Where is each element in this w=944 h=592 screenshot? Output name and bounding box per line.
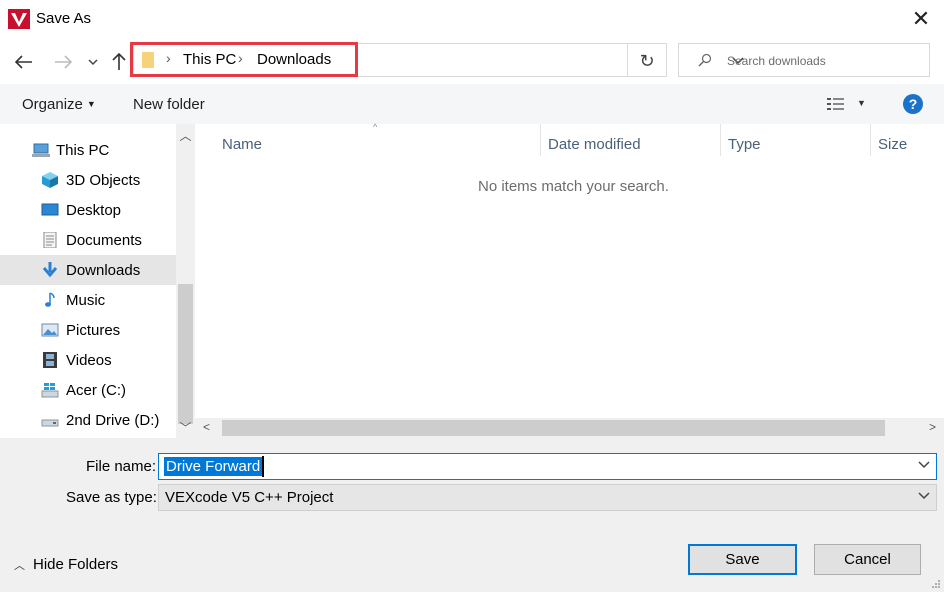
close-button[interactable]: ✕ bbox=[898, 0, 944, 38]
column-header-type[interactable]: Type bbox=[728, 130, 761, 158]
windows-drive-icon bbox=[41, 383, 59, 398]
sort-indicator-icon: ^ bbox=[373, 122, 378, 132]
cube-3d-icon bbox=[42, 172, 58, 188]
arrow-left-icon bbox=[15, 55, 32, 69]
address-divider bbox=[627, 43, 628, 77]
music-note-icon bbox=[45, 292, 55, 307]
sidebar-item-label: Pictures bbox=[66, 321, 121, 339]
save-as-type-value: VEXcode V5 C++ Project bbox=[165, 489, 334, 506]
command-toolbar: Organize ▼ New folder bbox=[0, 84, 944, 124]
column-header-size[interactable]: Size bbox=[878, 130, 907, 158]
chevron-up-icon: ︿ bbox=[14, 559, 25, 572]
picture-icon bbox=[41, 323, 59, 337]
film-icon bbox=[43, 352, 57, 368]
sidebar-item-downloads[interactable]: Downloads bbox=[0, 255, 176, 285]
search-icon bbox=[698, 53, 712, 67]
sidebar-item-label: Videos bbox=[66, 351, 112, 369]
forward-button[interactable] bbox=[51, 50, 75, 74]
document-icon bbox=[43, 232, 57, 248]
caret-down-icon: ▼ bbox=[86, 99, 96, 109]
type-dropdown-icon bbox=[918, 491, 930, 503]
file-name-field[interactable]: Drive Forward bbox=[158, 453, 937, 480]
sidebar-scrollbar[interactable]: ︿ ﹀ bbox=[176, 124, 195, 438]
navigation-pane: This PC 3D Objects Desktop Documents Dow… bbox=[0, 124, 176, 438]
sidebar-item-this-pc[interactable]: This PC bbox=[0, 135, 176, 165]
sidebar-item-documents[interactable]: Documents bbox=[0, 225, 176, 255]
column-header-date-modified[interactable]: Date modified bbox=[548, 130, 641, 158]
breadcrumb-separator[interactable]: › bbox=[238, 50, 243, 66]
text-caret bbox=[262, 456, 264, 477]
recent-locations-button[interactable] bbox=[81, 50, 105, 74]
save-form: File name: Drive Forward Save as type: V… bbox=[0, 438, 944, 592]
sidebar-item-videos[interactable]: Videos bbox=[0, 345, 176, 375]
arrow-right-icon bbox=[55, 55, 72, 69]
sidebar-item-label: Music bbox=[66, 291, 106, 309]
file-list: ^ Name Date modified Type Size No items … bbox=[195, 122, 944, 438]
refresh-button[interactable]: ↻ bbox=[634, 48, 660, 74]
scroll-thumb[interactable] bbox=[222, 420, 885, 436]
sidebar-item-desktop[interactable]: Desktop bbox=[0, 195, 176, 225]
window-title: Save As bbox=[36, 10, 92, 27]
computer-icon bbox=[32, 143, 50, 157]
refresh-icon: ↻ bbox=[639, 50, 655, 71]
resize-grip-icon[interactable] bbox=[931, 579, 941, 589]
search-input[interactable] bbox=[727, 51, 917, 71]
sidebar-item-label: Desktop bbox=[66, 201, 122, 219]
sidebar-item-music[interactable]: Music bbox=[0, 285, 176, 315]
hide-folders-button[interactable]: ︿ Hide Folders bbox=[14, 556, 118, 573]
view-caret-icon[interactable]: ▼ bbox=[857, 98, 866, 108]
hide-folders-label: Hide Folders bbox=[33, 556, 119, 573]
sidebar-item-label: Downloads bbox=[66, 261, 141, 279]
file-list-horizontal-scrollbar[interactable]: < > bbox=[195, 418, 944, 438]
close-icon: ✕ bbox=[911, 6, 931, 32]
chevron-down-icon bbox=[88, 58, 98, 65]
organize-button[interactable]: Organize ▼ bbox=[22, 96, 96, 113]
sidebar-item-label: Documents bbox=[66, 231, 142, 249]
sidebar-item-pictures[interactable]: Pictures bbox=[0, 315, 176, 345]
address-bar[interactable]: › This PC › Downloads bbox=[133, 43, 744, 77]
column-divider[interactable] bbox=[720, 124, 721, 156]
sidebar-item-acer-c[interactable]: Acer (C:) bbox=[0, 375, 176, 405]
file-name-label: File name: bbox=[86, 458, 157, 475]
scroll-left-button[interactable]: < bbox=[203, 420, 210, 434]
save-as-type-label: Save as type: bbox=[66, 489, 157, 506]
scroll-down-button[interactable]: ﹀ bbox=[176, 416, 195, 438]
view-options-icon[interactable] bbox=[826, 96, 846, 112]
scroll-up-button[interactable]: ︿ bbox=[176, 124, 195, 146]
save-button[interactable]: Save bbox=[688, 544, 797, 575]
breadcrumb-downloads[interactable]: Downloads bbox=[257, 51, 331, 68]
file-name-value[interactable]: Drive Forward bbox=[164, 457, 263, 476]
empty-message: No items match your search. bbox=[478, 178, 669, 195]
column-header-name[interactable]: Name bbox=[222, 130, 262, 158]
arrow-up-icon bbox=[112, 53, 126, 70]
back-button[interactable] bbox=[12, 50, 36, 74]
sidebar-item-label: This PC bbox=[56, 141, 110, 159]
vexcode-v-icon bbox=[8, 9, 30, 29]
up-button[interactable] bbox=[107, 50, 131, 74]
download-arrow-icon bbox=[42, 262, 58, 278]
sidebar-item-label: 2nd Drive (D:) bbox=[66, 411, 160, 429]
organize-label: Organize bbox=[22, 96, 83, 113]
drive-icon bbox=[41, 419, 59, 427]
search-box[interactable] bbox=[678, 43, 930, 77]
cancel-button[interactable]: Cancel bbox=[814, 544, 921, 575]
breadcrumb-separator: › bbox=[166, 50, 171, 66]
desktop-icon bbox=[41, 203, 59, 216]
file-name-dropdown-icon[interactable] bbox=[918, 460, 930, 472]
scroll-right-button[interactable]: > bbox=[929, 420, 936, 434]
new-folder-button[interactable]: New folder bbox=[133, 96, 205, 113]
breadcrumb-this-pc[interactable]: This PC bbox=[183, 51, 236, 68]
column-divider[interactable] bbox=[870, 124, 871, 156]
title-bar: Save As ✕ bbox=[0, 0, 944, 38]
scroll-thumb[interactable] bbox=[178, 284, 193, 424]
column-divider[interactable] bbox=[540, 124, 541, 156]
sidebar-item-label: Acer (C:) bbox=[66, 381, 126, 399]
sidebar-item-2nd-drive-d[interactable]: 2nd Drive (D:) bbox=[0, 405, 176, 435]
help-button[interactable]: ? bbox=[903, 94, 923, 114]
save-as-type-select[interactable]: VEXcode V5 C++ Project bbox=[158, 484, 937, 511]
sidebar-item-label: 3D Objects bbox=[66, 171, 141, 189]
sidebar-item-3d-objects[interactable]: 3D Objects bbox=[0, 165, 176, 195]
folder-icon bbox=[142, 52, 154, 68]
